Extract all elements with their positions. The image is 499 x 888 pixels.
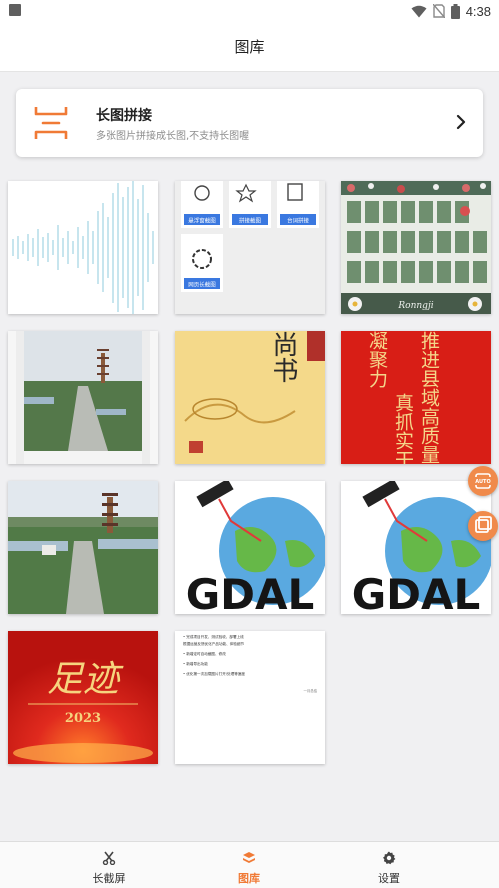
gallery-item-waveform[interactable]	[8, 181, 158, 314]
bottom-nav: 长截屏 图库 设置	[0, 841, 499, 888]
gdal-text: GDAL	[186, 570, 315, 614]
tile-btn-label: 拼接截图	[239, 217, 262, 225]
doc-line: • 优化第一次加载图片打开/处理等速度	[183, 671, 245, 676]
gallery-item-park-photo[interactable]	[8, 481, 158, 614]
nav-label: 图库	[238, 872, 260, 885]
long-image-icon	[34, 107, 68, 139]
auto-scroll-button[interactable]: AUTO	[468, 466, 498, 496]
poster-title: 足迹	[47, 659, 124, 700]
gallery-item-red-poster[interactable]: 足迹 2023	[8, 631, 158, 764]
layers-icon	[243, 852, 255, 863]
chevron-right-icon	[456, 114, 466, 130]
doc-line: 根据运营反馈优化产品功能、体验细节	[183, 641, 244, 646]
wifi-icon	[411, 5, 427, 17]
status-time: 4:38	[465, 3, 491, 19]
auto-capture-icon: AUTO	[474, 473, 492, 489]
doc-line: • 新增导出功能	[183, 661, 208, 666]
doc-footer: 一月总结	[303, 688, 317, 693]
poster-year: 2023	[65, 711, 101, 726]
collage-signature: Ronngji	[397, 301, 433, 311]
tile-btn-label: 悬浮窗截图	[188, 217, 216, 225]
banner-line-3: 推进县域高质量发	[418, 331, 440, 464]
gdal-text: GDAL	[352, 570, 481, 614]
book-title: 尚书	[268, 331, 298, 383]
gallery-item-gdal-logo[interactable]: GDAL	[175, 481, 325, 614]
banner-line-1: 凝聚力	[366, 331, 388, 388]
app-header: 图库	[0, 22, 499, 72]
gallery-item-pagoda-photo[interactable]	[8, 331, 158, 464]
long-image-stitch-card[interactable]: 长图拼接 多张图片拼接成长图,不支持长图喔	[16, 89, 483, 157]
gallery-item-gdal-logo-2[interactable]: GDAL	[341, 481, 491, 614]
nav-tab-long-screenshot[interactable]: 长截屏	[49, 842, 169, 888]
battery-icon	[450, 3, 460, 19]
no-sim-icon	[432, 4, 445, 18]
nav-label: 设置	[378, 872, 400, 885]
card-subtitle: 多张图片拼接成长图,不支持长图喔	[96, 131, 250, 142]
gallery-item-book-cover[interactable]: 尚书	[175, 331, 325, 464]
scissors-icon	[102, 851, 116, 865]
screenshot-icon	[475, 516, 492, 533]
gallery-item-document[interactable]: • 完成项目开发、测试验收、部署上线 根据运营反馈优化产品功能、体验细节 • 新…	[175, 631, 325, 764]
tile-btn-label: 台词拼接	[287, 217, 310, 225]
doc-line: • 新增定时自动截图、修改	[183, 651, 226, 656]
screenshot-button[interactable]	[468, 511, 498, 541]
banner-line-2: 真抓实干	[392, 393, 414, 464]
card-title: 长图拼接	[96, 108, 152, 124]
page-title: 图库	[234, 38, 265, 56]
gallery-item-photo-collage[interactable]: Ronngji	[341, 181, 491, 314]
status-icons: 4:38	[411, 2, 491, 20]
status-bar: 4:38	[0, 0, 499, 22]
auto-label: AUTO	[475, 479, 490, 485]
gallery-item-app-screenshot[interactable]: 悬浮窗截图 拼接截图 台词拼接 网页长截图	[175, 181, 325, 314]
notification-icon	[9, 4, 21, 16]
doc-line: • 完成项目开发、测试验收、部署上线	[183, 634, 244, 639]
nav-tab-settings[interactable]: 设置	[329, 842, 449, 888]
nav-tab-gallery[interactable]: 图库	[189, 842, 309, 888]
tile-btn-label: 网页长截图	[188, 281, 216, 289]
nav-label: 长截屏	[92, 872, 126, 885]
gallery-item-red-banner[interactable]: 推进县域高质量发 真抓实干 凝聚力	[341, 331, 491, 464]
gear-icon	[383, 851, 396, 865]
